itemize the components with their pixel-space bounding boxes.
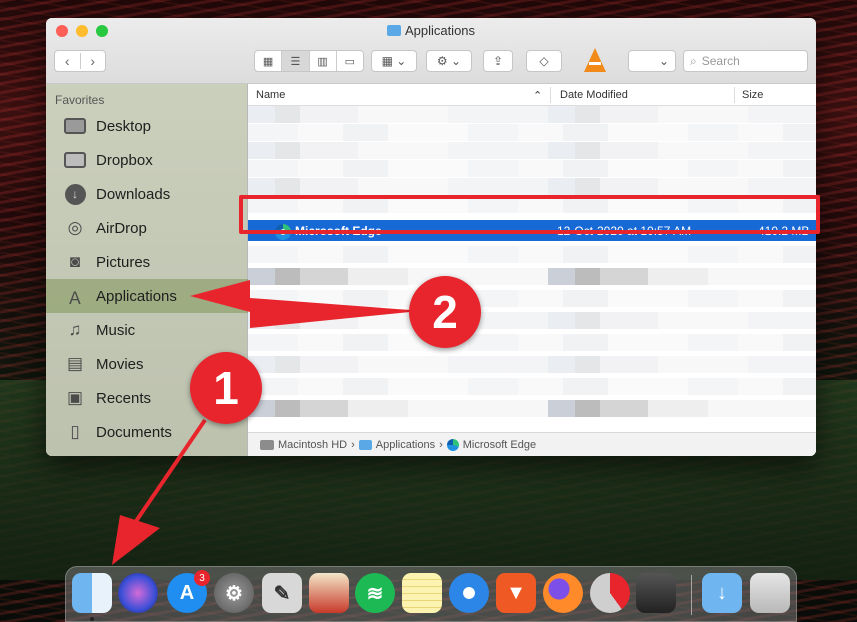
arrow-to-applications (190, 280, 410, 328)
arrow-to-finder-head (112, 515, 160, 565)
system-preferences-icon[interactable]: ⚙ (214, 573, 254, 613)
step-1-badge: 1 (190, 352, 262, 424)
downloads-folder-icon[interactable]: ↓ (702, 573, 742, 613)
finder-icon[interactable] (72, 573, 112, 613)
firefox-icon[interactable] (543, 573, 583, 613)
dock: A 3 ⚙ ✎ ≋ ▼ ↓ (65, 566, 797, 622)
app-store-badge: 3 (194, 570, 210, 586)
progress-icon[interactable] (590, 573, 630, 613)
safari-icon[interactable] (449, 573, 489, 613)
script-editor-icon[interactable]: ✎ (262, 573, 302, 613)
arrow-to-finder-line (128, 418, 207, 532)
step-2-badge: 2 (409, 276, 481, 348)
siri-icon[interactable] (118, 573, 158, 613)
trash-icon[interactable] (750, 573, 790, 613)
spotify-icon[interactable]: ≋ (355, 573, 395, 613)
running-indicator (90, 617, 94, 621)
brave-icon[interactable]: ▼ (496, 573, 536, 613)
photo-booth-icon[interactable] (636, 573, 676, 613)
dock-divider (691, 575, 692, 615)
popcorn-time-icon[interactable] (309, 573, 349, 613)
notes-icon[interactable] (402, 573, 442, 613)
